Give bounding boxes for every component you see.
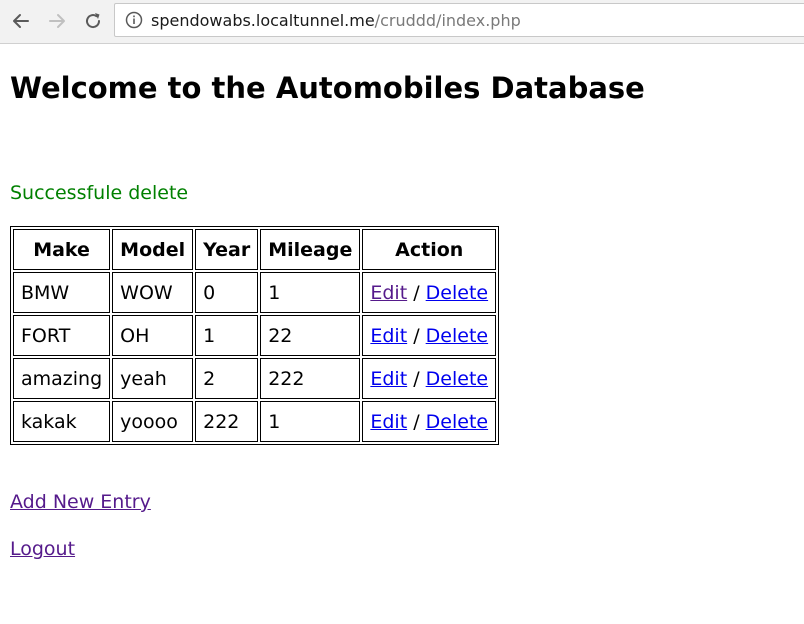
table-row: FORT OH 1 22 Edit / Delete xyxy=(13,315,497,356)
header-model: Model xyxy=(112,229,194,270)
edit-link[interactable]: Edit xyxy=(370,368,407,390)
arrow-left-icon xyxy=(13,14,29,28)
edit-link[interactable]: Edit xyxy=(370,325,407,347)
header-year: Year xyxy=(195,229,259,270)
delete-link[interactable]: Delete xyxy=(426,282,488,304)
url-host: spendowabs.localtunnel.me xyxy=(151,10,375,30)
cell-year: 1 xyxy=(195,315,259,356)
cell-action: Edit / Delete xyxy=(362,272,497,313)
cell-model: yoooo xyxy=(112,401,194,442)
cell-model: yeah xyxy=(112,358,194,399)
table-row: BMW WOW 0 1 Edit / Delete xyxy=(13,272,497,313)
header-action: Action xyxy=(362,229,497,270)
logout-link[interactable]: Logout xyxy=(10,538,75,560)
header-mileage: Mileage xyxy=(260,229,361,270)
cell-action: Edit / Delete xyxy=(362,315,497,356)
page-title: Welcome to the Automobiles Database xyxy=(10,71,645,105)
edit-link[interactable]: Edit xyxy=(370,282,407,304)
url-path: /cruddd/index.php xyxy=(374,10,521,30)
cell-mileage: 22 xyxy=(260,315,361,356)
cell-mileage: 222 xyxy=(260,358,361,399)
forward-button[interactable] xyxy=(42,6,72,36)
flash-message: Successfule delete xyxy=(10,182,189,204)
url-text: spendowabs.localtunnel.me/cruddd/index.p… xyxy=(151,11,521,30)
delete-link[interactable]: Delete xyxy=(426,325,488,347)
cell-mileage: 1 xyxy=(260,272,361,313)
automobiles-table: Make Model Year Mileage Action BMW WOW 0… xyxy=(10,226,500,445)
cell-model: OH xyxy=(112,315,194,356)
edit-link[interactable]: Edit xyxy=(370,411,407,433)
table-header-row: Make Model Year Mileage Action xyxy=(13,229,497,270)
browser-toolbar: spendowabs.localtunnel.me/cruddd/index.p… xyxy=(0,0,804,44)
cell-make: BMW xyxy=(13,272,111,313)
table-row: amazing yeah 2 222 Edit / Delete xyxy=(13,358,497,399)
address-bar[interactable]: spendowabs.localtunnel.me/cruddd/index.p… xyxy=(114,3,804,37)
cell-year: 2 xyxy=(195,358,259,399)
cell-mileage: 1 xyxy=(260,401,361,442)
cell-action: Edit / Delete xyxy=(362,401,497,442)
cell-make: FORT xyxy=(13,315,111,356)
action-separator: / xyxy=(413,281,420,304)
cell-year: 222 xyxy=(195,401,259,442)
action-separator: / xyxy=(413,324,420,347)
header-make: Make xyxy=(13,229,111,270)
action-separator: / xyxy=(413,367,420,390)
reload-icon xyxy=(86,13,101,29)
back-button[interactable] xyxy=(6,6,36,36)
cell-action: Edit / Delete xyxy=(362,358,497,399)
table-row: kakak yoooo 222 1 Edit / Delete xyxy=(13,401,497,442)
delete-link[interactable]: Delete xyxy=(426,411,488,433)
cell-make: kakak xyxy=(13,401,111,442)
cell-make: amazing xyxy=(13,358,111,399)
arrow-right-icon xyxy=(49,14,65,28)
add-new-entry-link[interactable]: Add New Entry xyxy=(10,491,151,513)
cell-model: WOW xyxy=(112,272,194,313)
reload-button[interactable] xyxy=(78,6,108,36)
cell-year: 0 xyxy=(195,272,259,313)
info-icon[interactable] xyxy=(125,11,143,29)
action-separator: / xyxy=(413,410,420,433)
delete-link[interactable]: Delete xyxy=(426,368,488,390)
